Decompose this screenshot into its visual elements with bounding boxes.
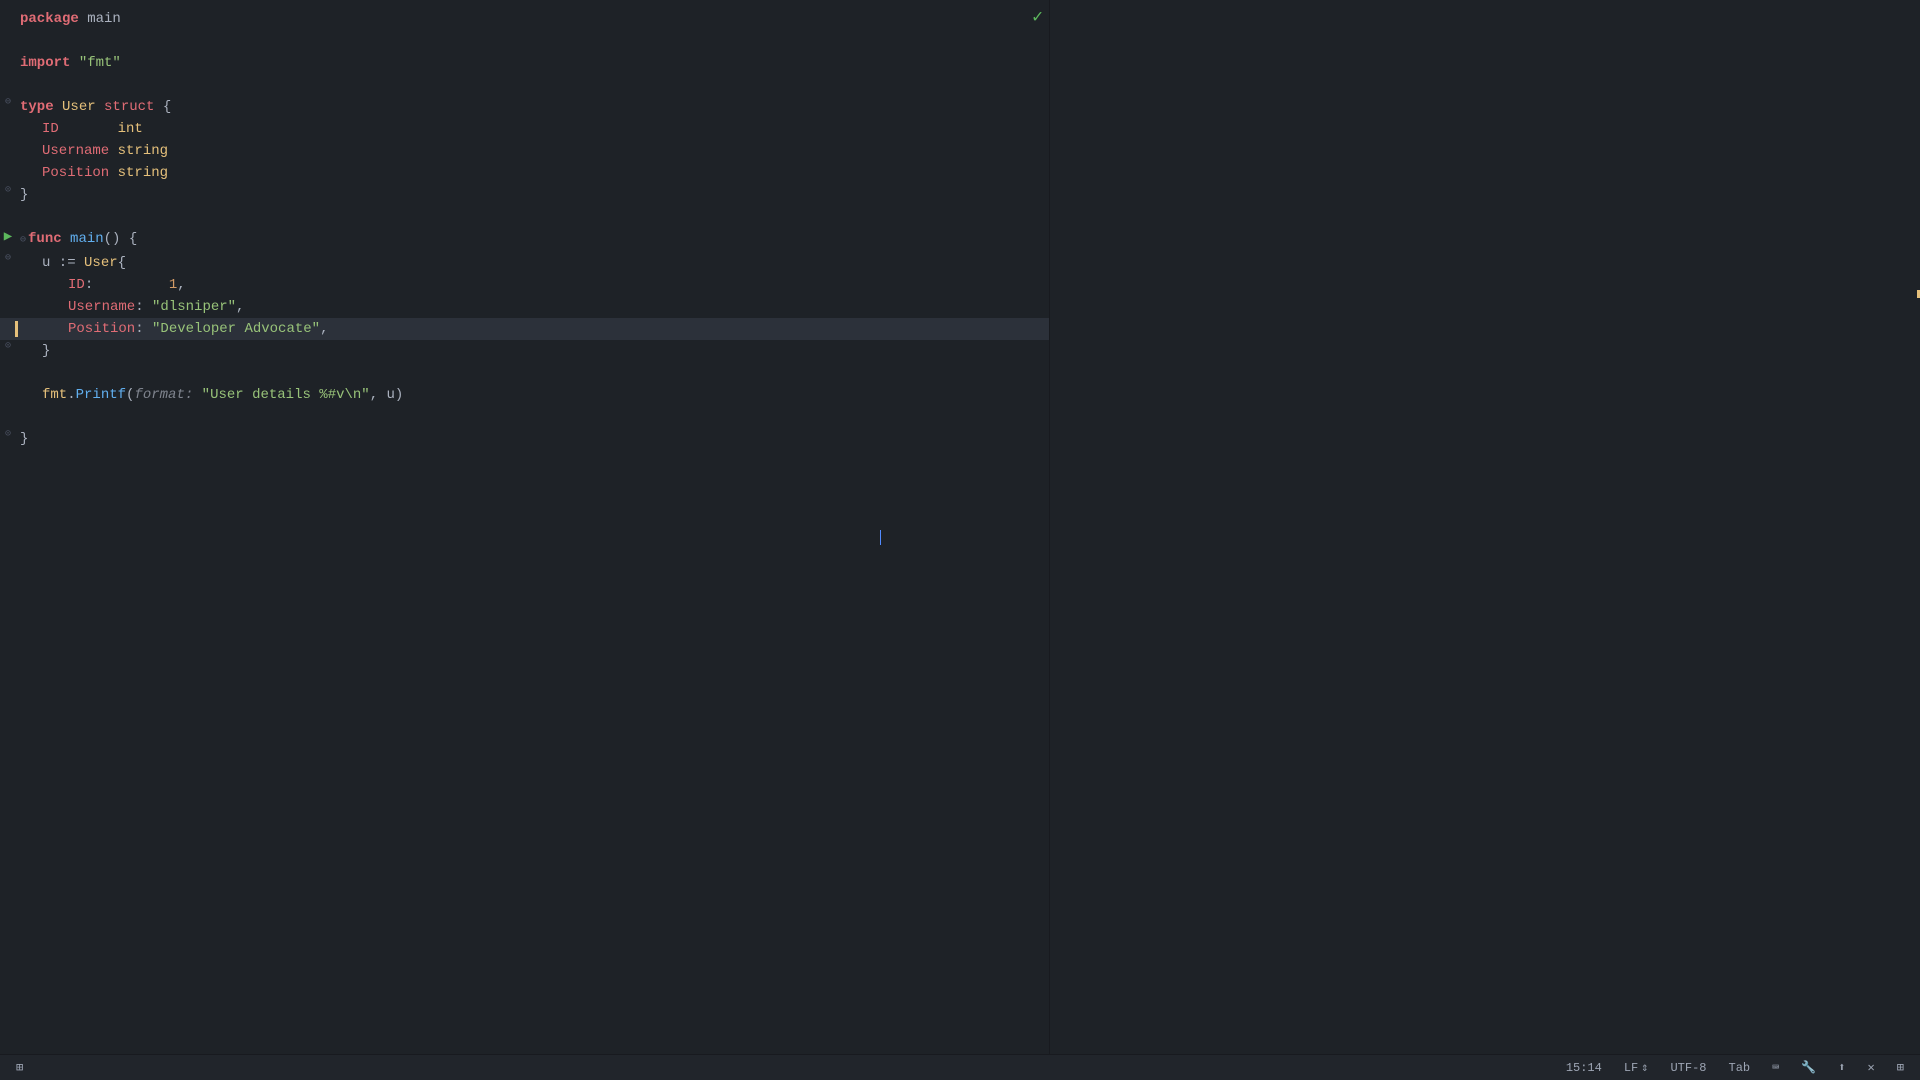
status-indent[interactable]: Tab: [1725, 1061, 1755, 1075]
code-line-20[interactable]: ⊙ }: [0, 428, 1049, 450]
status-grid-icon[interactable]: ⊞: [1893, 1060, 1908, 1075]
code-line-3[interactable]: import "fmt": [0, 52, 1049, 74]
line-content-14: Username: "dlsniper",: [16, 296, 1049, 318]
code-line-9[interactable]: ⊙ }: [0, 184, 1049, 206]
status-encoding[interactable]: UTF-8: [1666, 1061, 1710, 1075]
line-content-6: ID int: [16, 118, 1049, 140]
code-line-12[interactable]: ⊖ u := User{: [0, 252, 1049, 274]
status-layout-icon[interactable]: ⊞: [12, 1060, 27, 1075]
line-content-7: Username string: [16, 140, 1049, 162]
indent-label: Tab: [1729, 1061, 1751, 1075]
line-content-12: u := User{: [16, 252, 1049, 274]
code-line-5[interactable]: ⊖ type User struct {: [0, 96, 1049, 118]
code-line-17[interactable]: [0, 362, 1049, 384]
code-line-1[interactable]: package main: [0, 8, 1049, 30]
code-line-15[interactable]: Position: "Developer Advocate",: [0, 318, 1049, 340]
line-content-13: ID: 1,: [16, 274, 1049, 296]
line-content-10: [16, 206, 1049, 228]
code-line-7[interactable]: Username string: [0, 140, 1049, 162]
code-editor[interactable]: ✓ package main import "fmt": [0, 0, 1050, 1054]
code-line-4[interactable]: [0, 74, 1049, 96]
line-indicator-5[interactable]: ⊖: [0, 96, 16, 108]
code-line-10[interactable]: [0, 206, 1049, 228]
close-icon: ✕: [1868, 1060, 1875, 1075]
status-upload-icon[interactable]: ⬆: [1834, 1060, 1849, 1075]
line-content-20: }: [16, 428, 1049, 450]
line-content-15: Position: "Developer Advocate",: [16, 318, 1049, 340]
line-content-17: [16, 362, 1049, 384]
status-wrench-icon[interactable]: 🔧: [1797, 1060, 1820, 1075]
code-line-16[interactable]: ⊙ }: [0, 340, 1049, 362]
code-line-2[interactable]: [0, 30, 1049, 52]
line-content-1: package main: [16, 8, 1049, 30]
line-content-2: [16, 30, 1049, 52]
layout-icon: ⊞: [16, 1060, 23, 1075]
code-line-13[interactable]: ID: 1,: [0, 274, 1049, 296]
line-content-5: type User struct {: [16, 96, 1049, 118]
code-line-19[interactable]: [0, 406, 1049, 428]
line-ending-arrow: ⇕: [1641, 1060, 1648, 1075]
line-content-16: }: [16, 340, 1049, 362]
wrench-icon: 🔧: [1801, 1060, 1816, 1075]
code-line-14[interactable]: Username: "dlsniper",: [0, 296, 1049, 318]
line-content-9: }: [16, 184, 1049, 206]
line-content-8: Position string: [16, 162, 1049, 184]
line-content-4: [16, 74, 1049, 96]
status-close-icon[interactable]: ✕: [1864, 1060, 1879, 1075]
status-line-ending[interactable]: LF ⇕: [1620, 1060, 1653, 1075]
line-indicator-16[interactable]: ⊙: [0, 340, 16, 352]
keyboard-icon: ⌨: [1772, 1060, 1779, 1075]
line-indicator-9[interactable]: ⊙: [0, 184, 16, 196]
line-content-19: [16, 406, 1049, 428]
line-indicator-12[interactable]: ⊖: [0, 252, 16, 264]
code-line-6[interactable]: ID int: [0, 118, 1049, 140]
code-lines: package main import "fmt" ⊖ type User st…: [0, 8, 1049, 450]
status-cursor-position[interactable]: 15:14: [1562, 1061, 1606, 1075]
encoding-label: UTF-8: [1670, 1061, 1706, 1075]
text-cursor: [880, 530, 881, 546]
line-content-11: ⊖func main() {: [16, 228, 1049, 252]
status-keyboard-icon[interactable]: ⌨: [1768, 1060, 1783, 1075]
upload-icon: ⬆: [1838, 1060, 1845, 1075]
line-indicator-20[interactable]: ⊙: [0, 428, 16, 440]
line-content-18: fmt.Printf(format: "User details %#v\n",…: [16, 384, 1049, 406]
status-bar: ⊞ 15:14 LF ⇕ UTF-8 Tab ⌨ 🔧 ⬆ ✕ ⊞: [0, 1054, 1920, 1080]
code-line-8[interactable]: Position string: [0, 162, 1049, 184]
grid-icon: ⊞: [1897, 1060, 1904, 1075]
code-line-11[interactable]: ▶ ⊖func main() {: [0, 228, 1049, 252]
line-ending-label: LF: [1624, 1061, 1638, 1075]
cursor-position-label: 15:14: [1566, 1061, 1602, 1075]
run-arrow-icon[interactable]: ▶: [0, 228, 16, 245]
code-line-18[interactable]: fmt.Printf(format: "User details %#v\n",…: [0, 384, 1049, 406]
right-panel: [1050, 0, 1920, 1054]
line-content-3: import "fmt": [16, 52, 1049, 74]
